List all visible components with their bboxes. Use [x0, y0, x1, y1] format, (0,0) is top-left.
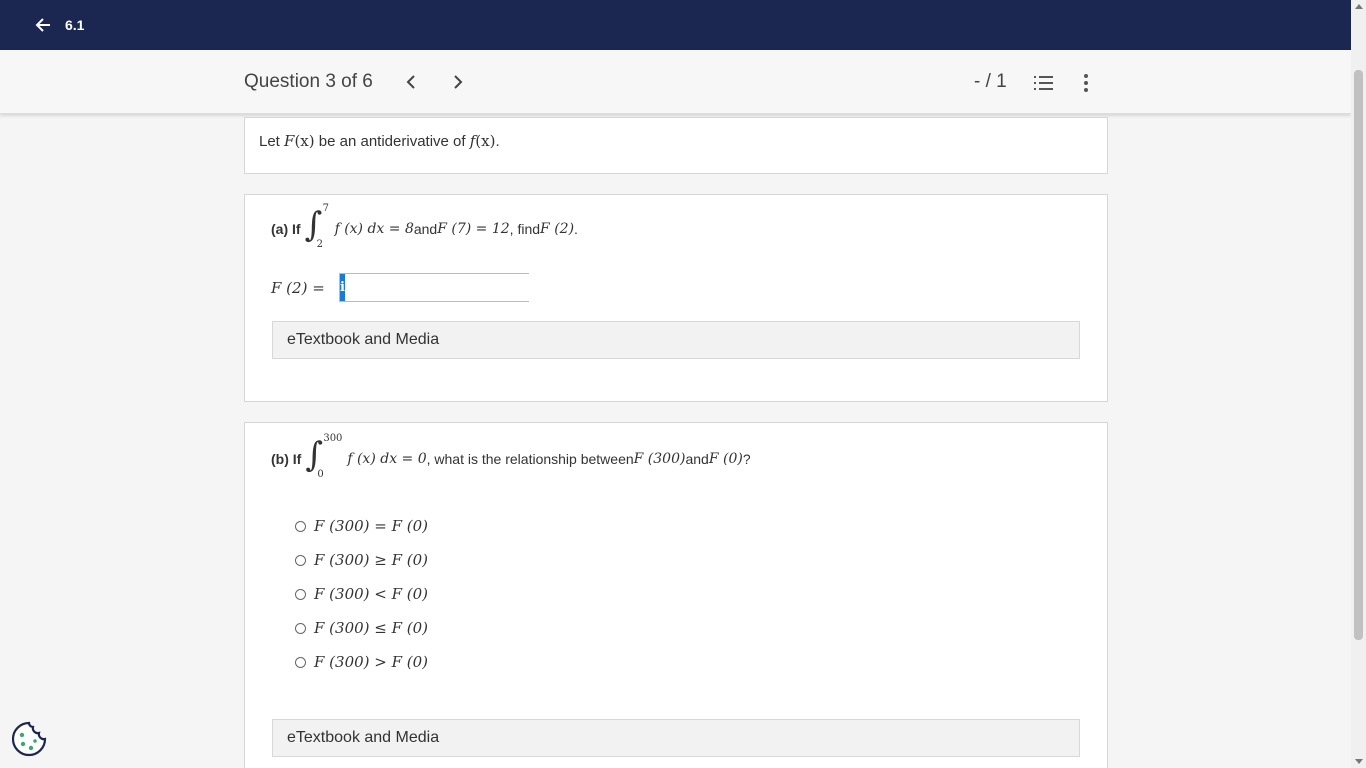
- option-label: F (300) ≥ F (0): [314, 551, 429, 569]
- scrollbar-thumb[interactable]: [1354, 70, 1363, 640]
- integral-lower-limit: 0: [317, 469, 324, 480]
- radio-button[interactable]: [295, 588, 306, 600]
- etextbook-media-button-a[interactable]: eTextbook and Media: [272, 321, 1080, 359]
- arrow-left-icon[interactable]: [35, 17, 51, 33]
- part-a-question: (a) If ∫ 7 2 f (x) dx = 8 and F (7) = 12…: [271, 203, 578, 250]
- part-a-card: (a) If ∫ 7 2 f (x) dx = 8 and F (7) = 12…: [244, 194, 1108, 402]
- answer-input[interactable]: [344, 274, 538, 301]
- scroll-down-icon[interactable]: [1355, 759, 1363, 764]
- radio-button[interactable]: [295, 520, 306, 532]
- option-label: F (300) < F (0): [314, 585, 429, 603]
- radio-button[interactable]: [295, 622, 306, 634]
- part-b-label: (b) If: [271, 451, 302, 467]
- answer-label: F (2) =: [271, 278, 325, 297]
- etextbook-media-button-b[interactable]: eTextbook and Media: [272, 719, 1080, 757]
- assignment-title: 6.1: [65, 17, 85, 33]
- question-intro: Let F(x) be an antiderivative of f(x).: [244, 117, 1108, 174]
- option-1[interactable]: F (300) = F (0): [295, 517, 428, 535]
- scroll-up-icon[interactable]: [1355, 4, 1363, 9]
- top-bar: 6.1: [0, 0, 1351, 50]
- option-3[interactable]: F (300) < F (0): [295, 585, 428, 603]
- radio-button[interactable]: [295, 554, 306, 566]
- option-label: F (300) > F (0): [314, 653, 429, 671]
- cookie-icon[interactable]: [10, 720, 48, 758]
- part-b-card: (b) If ∫ 300 0 f (x) dx = 0 , what is th…: [244, 422, 1108, 768]
- part-b-integrand: f (x) dx = 0: [347, 451, 427, 467]
- option-label: F (300) = F (0): [314, 517, 429, 535]
- part-a-integrand: f (x) dx = 8: [334, 221, 414, 237]
- question-title: Question 3 of 6: [244, 71, 373, 92]
- integral-sign: ∫ 7 2: [304, 203, 329, 250]
- option-label: F (300) ≤ F (0): [314, 619, 429, 637]
- answer-row: F (2) = i: [271, 273, 538, 302]
- question-bar: Question 3 of 6 - / 1: [0, 50, 1351, 114]
- option-5[interactable]: F (300) > F (0): [295, 653, 428, 671]
- integral-upper-limit: 300: [323, 433, 343, 444]
- part-a-target: F (2): [540, 221, 575, 237]
- part-a-condition: F (7) = 12: [437, 221, 510, 237]
- numbered-list-icon[interactable]: [1032, 73, 1054, 93]
- more-vertical-icon[interactable]: [1078, 73, 1094, 93]
- answer-box: i: [339, 273, 538, 302]
- chevron-right-icon[interactable]: [449, 72, 467, 92]
- intro-text: Let F(x) be an antiderivative of f(x).: [259, 132, 500, 150]
- question-score: - / 1: [974, 71, 1007, 92]
- part-a-label: (a) If: [271, 221, 301, 237]
- integral-upper-limit: 7: [322, 203, 329, 214]
- integral-sign: ∫ 300 0: [305, 433, 343, 480]
- option-2[interactable]: F (300) ≥ F (0): [295, 551, 428, 569]
- part-b-question: (b) If ∫ 300 0 f (x) dx = 0 , what is th…: [271, 433, 751, 480]
- integral-lower-limit: 2: [316, 239, 323, 250]
- vertical-scrollbar[interactable]: [1351, 0, 1366, 768]
- chevron-left-icon[interactable]: [402, 72, 420, 92]
- radio-button[interactable]: [295, 656, 306, 668]
- option-4[interactable]: F (300) ≤ F (0): [295, 619, 428, 637]
